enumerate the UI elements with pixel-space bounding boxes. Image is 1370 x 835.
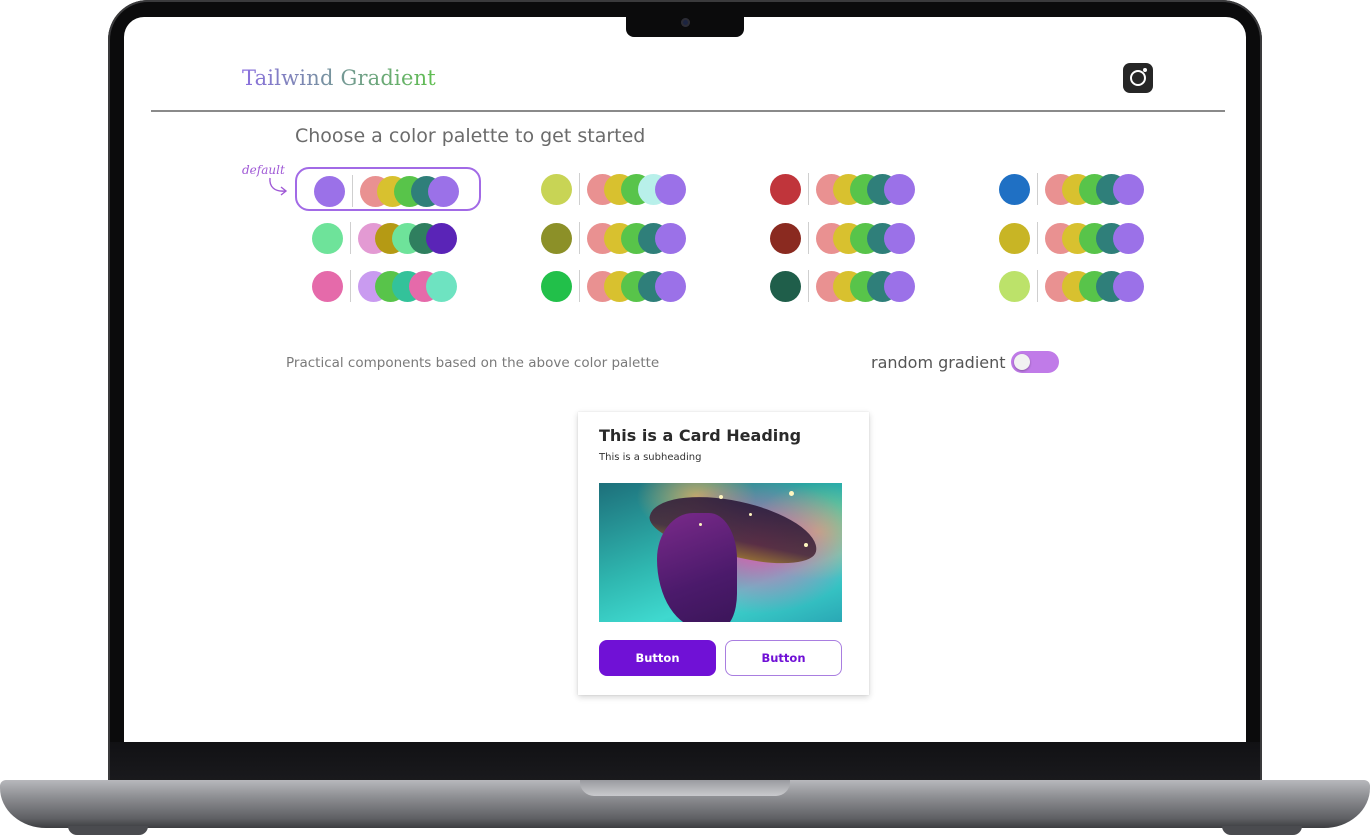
laptop-bezel-chin bbox=[110, 742, 1260, 782]
default-note: default bbox=[242, 163, 285, 177]
palette-option[interactable] bbox=[295, 264, 481, 308]
palette-divider bbox=[350, 270, 351, 302]
palette-divider bbox=[579, 173, 580, 205]
laptop-hinge-notch bbox=[580, 780, 790, 796]
palette-gradient-chip bbox=[884, 271, 915, 302]
practical-components-caption: Practical components based on the above … bbox=[286, 355, 660, 371]
palette-divider bbox=[808, 270, 809, 302]
palette-divider bbox=[808, 222, 809, 254]
card-heading: This is a Card Heading bbox=[599, 426, 802, 445]
screen-notch bbox=[626, 14, 744, 37]
laptop-screen: Tailwind Gradient Choose a color palette… bbox=[124, 17, 1246, 742]
palette-main-swatch bbox=[541, 174, 572, 205]
palette-divider bbox=[350, 222, 351, 254]
brand-title[interactable]: Tailwind Gradient bbox=[242, 66, 436, 90]
palette-main-swatch bbox=[770, 174, 801, 205]
palette-option[interactable] bbox=[982, 216, 1168, 260]
palette-option[interactable] bbox=[524, 216, 710, 260]
random-gradient-label: random gradient bbox=[871, 353, 1006, 372]
page-heading: Choose a color palette to get started bbox=[295, 125, 646, 147]
palette-gradient-chip bbox=[884, 223, 915, 254]
palette-option[interactable] bbox=[295, 167, 481, 211]
palette-option[interactable] bbox=[753, 167, 939, 211]
camera-icon bbox=[681, 18, 690, 27]
palette-main-swatch bbox=[541, 271, 572, 302]
palette-option[interactable] bbox=[295, 216, 481, 260]
card-image bbox=[599, 483, 842, 622]
palette-main-swatch bbox=[312, 223, 343, 254]
web-page: Tailwind Gradient Choose a color palette… bbox=[124, 17, 1246, 742]
palette-divider bbox=[352, 175, 353, 207]
palette-main-swatch bbox=[312, 271, 343, 302]
palette-option[interactable] bbox=[982, 264, 1168, 308]
palette-main-swatch bbox=[999, 223, 1030, 254]
palette-main-swatch bbox=[999, 174, 1030, 205]
palette-gradient-chip bbox=[428, 176, 459, 207]
palette-divider bbox=[1037, 222, 1038, 254]
palette-divider bbox=[579, 270, 580, 302]
palette-divider bbox=[1037, 173, 1038, 205]
palette-option[interactable] bbox=[524, 264, 710, 308]
palette-gradient-chip bbox=[655, 223, 686, 254]
card-secondary-button[interactable]: Button bbox=[725, 640, 842, 676]
curved-arrow-icon bbox=[269, 177, 288, 196]
laptop-foot-right bbox=[1222, 826, 1302, 835]
palette-divider bbox=[579, 222, 580, 254]
card-primary-button[interactable]: Button bbox=[599, 640, 716, 676]
palette-gradient-chip bbox=[655, 174, 686, 205]
palette-gradient-chip bbox=[655, 271, 686, 302]
palette-main-swatch bbox=[541, 223, 572, 254]
random-gradient-toggle[interactable] bbox=[1011, 351, 1059, 373]
palette-option[interactable] bbox=[524, 167, 710, 211]
palette-main-swatch bbox=[999, 271, 1030, 302]
header-divider bbox=[151, 110, 1225, 112]
palette-gradient-chip bbox=[1113, 271, 1144, 302]
palette-gradient-chip bbox=[1113, 174, 1144, 205]
palette-divider bbox=[1037, 270, 1038, 302]
palette-gradient-chip bbox=[1113, 223, 1144, 254]
palette-option[interactable] bbox=[982, 167, 1168, 211]
palette-main-swatch bbox=[770, 271, 801, 302]
palette-gradient-chip bbox=[884, 174, 915, 205]
palette-divider bbox=[808, 173, 809, 205]
palette-option[interactable] bbox=[753, 264, 939, 308]
palette-main-swatch bbox=[770, 223, 801, 254]
palette-gradient-chip bbox=[426, 271, 457, 302]
palette-gradient-chip bbox=[426, 223, 457, 254]
palette-main-swatch bbox=[314, 176, 345, 207]
sample-card: This is a Card Heading This is a subhead… bbox=[578, 412, 869, 695]
instagram-icon[interactable] bbox=[1123, 63, 1153, 93]
palette-option[interactable] bbox=[753, 216, 939, 260]
toggle-knob bbox=[1014, 354, 1030, 370]
laptop-foot-left bbox=[68, 826, 148, 835]
card-subheading: This is a subheading bbox=[599, 452, 702, 463]
